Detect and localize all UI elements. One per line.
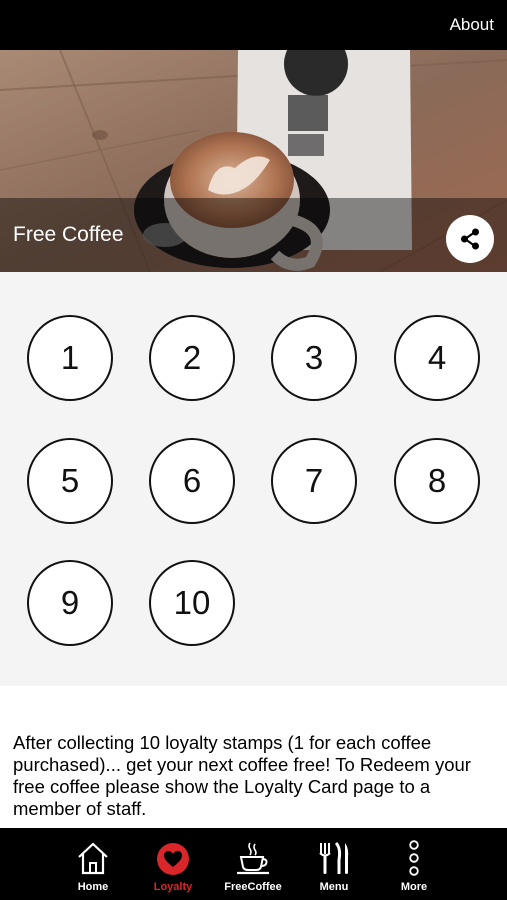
coffee-cup-icon <box>237 842 269 875</box>
about-link[interactable]: About <box>450 15 494 35</box>
page-title: Free Coffee <box>13 223 124 246</box>
share-icon <box>461 228 479 250</box>
tab-home[interactable]: Home <box>53 828 133 900</box>
tab-more[interactable]: More <box>374 828 454 900</box>
stamp-9[interactable]: 9 <box>27 560 113 646</box>
stamp-6[interactable]: 6 <box>149 438 235 524</box>
stamp-3[interactable]: 3 <box>271 315 357 401</box>
tab-label: Menu <box>319 881 349 893</box>
stamp-grid: 1 2 3 4 5 6 7 8 9 10 <box>0 272 507 686</box>
stamp-10[interactable]: 10 <box>149 560 235 646</box>
stamp-7[interactable]: 7 <box>271 438 357 524</box>
stamp-1[interactable]: 1 <box>27 315 113 401</box>
stamp-4[interactable]: 4 <box>394 315 480 401</box>
stamp-5[interactable]: 5 <box>27 438 113 524</box>
share-button[interactable] <box>446 215 494 263</box>
stamp-8[interactable]: 8 <box>394 438 480 524</box>
stamp-2[interactable]: 2 <box>149 315 235 401</box>
more-dots-icon <box>409 840 419 876</box>
tab-label: FreeCoffee <box>224 881 282 893</box>
heart-icon <box>157 843 189 875</box>
loyalty-description: After collecting 10 loyalty stamps (1 fo… <box>13 732 471 819</box>
hero-banner: Free Coffee <box>0 50 507 272</box>
tab-menu[interactable]: Menu <box>294 828 374 900</box>
top-bar: About <box>0 0 507 50</box>
bottom-tab-bar: Home Loyalty FreeCoffee Menu More <box>0 828 507 900</box>
tab-label: Loyalty <box>153 881 193 893</box>
cutlery-icon <box>319 841 349 874</box>
tab-free-coffee[interactable]: FreeCoffee <box>213 828 293 900</box>
tab-label: More <box>400 881 428 893</box>
tab-label: Home <box>77 881 109 893</box>
tab-loyalty[interactable]: Loyalty <box>133 828 213 900</box>
home-icon <box>78 842 108 875</box>
